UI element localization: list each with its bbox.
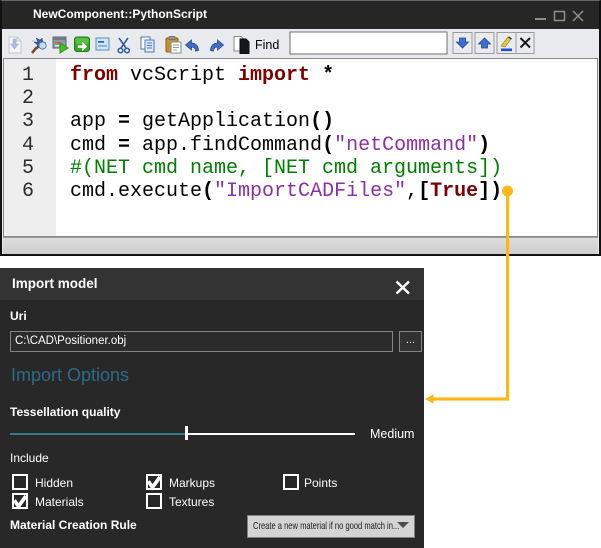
svg-text:Find: Find — [255, 38, 279, 52]
